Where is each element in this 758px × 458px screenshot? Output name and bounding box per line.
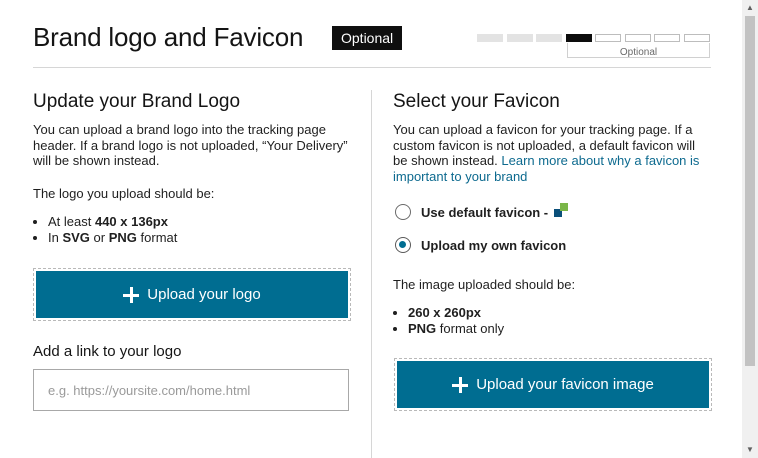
logo-description: You can upload a brand logo into the tra… [33,122,348,169]
optional-badge: Optional [332,26,403,50]
logo-section-heading: Update your Brand Logo [33,91,241,112]
page: Brand logo and Favicon Optional Optional… [0,0,742,458]
logo-requirement-size: At least 440 x 136px [48,214,177,230]
plus-icon [452,376,469,393]
req-size-value: 440 x 136px [94,214,168,229]
favicon-requirements-intro: The image uploaded should be: [393,277,576,292]
progress-step-3 [536,34,562,42]
req-format-svg: SVG [62,230,90,245]
favicon-requirements-list: 260 x 260px PNG format only [393,305,504,337]
favicon-requirement-size: 260 x 260px [408,305,504,321]
header-divider [33,67,711,68]
logo-upload-dropzone[interactable]: Upload your logo [33,268,351,321]
upload-favicon-button[interactable]: Upload your favicon image [397,361,709,408]
radio-own-favicon-label: Upload my own favicon [421,237,567,253]
logo-link-input[interactable] [33,369,349,411]
req-format-png: PNG [108,230,137,245]
upload-logo-button[interactable]: Upload your logo [36,271,348,318]
progress-step-4 [566,34,592,42]
scroll-down-arrow-icon[interactable]: ▼ [742,442,758,458]
req-format-png: PNG [408,321,437,336]
req-text: or [89,230,109,245]
favicon-requirement-format: PNG format only [408,321,504,337]
req-text: In [48,230,63,245]
step-progress-indicator: Optional [477,34,711,60]
req-text: At least [48,214,95,229]
favicon-section-heading: Select your Favicon [393,91,560,112]
logo-requirement-format: In SVG or PNG format [48,230,177,246]
radio-default-favicon-control[interactable] [395,204,411,220]
scrollbar-thumb[interactable] [745,16,755,366]
optional-steps-label: Optional [619,47,658,58]
scroll-up-arrow-icon[interactable]: ▲ [742,0,758,16]
progress-step-7 [654,34,680,42]
logo-requirements-list: At least 440 x 136px In SVG or PNG forma… [33,214,177,246]
progress-step-1 [477,34,503,42]
progress-step-2 [507,34,533,42]
progress-step-5 [595,34,621,42]
upload-logo-button-label: Upload your logo [147,286,261,303]
radio-own-favicon[interactable]: Upload my own favicon [395,237,566,253]
req-text: format only [436,321,505,336]
vertical-scrollbar[interactable]: ▲ ▼ [742,0,758,458]
favicon-description: You can upload a favicon for your tracki… [393,122,711,184]
req-text: format [136,230,178,245]
favicon-section: Select your Favicon You can upload a fav… [393,90,712,411]
req-size-value: 260 x 260px [408,305,482,320]
radio-default-favicon-label: Use default favicon - [421,204,549,220]
progress-step-6 [625,34,651,42]
logo-link-heading: Add a link to your logo [33,343,182,360]
radio-own-favicon-control[interactable] [395,237,411,253]
column-divider [371,90,372,458]
radio-default-favicon[interactable]: Use default favicon - [395,202,569,220]
page-title: Brand logo and Favicon [33,22,304,52]
plus-icon [123,286,140,303]
upload-favicon-button-label: Upload your favicon image [476,376,654,393]
favicon-upload-dropzone[interactable]: Upload your favicon image [394,358,712,411]
brand-logo-section: Update your Brand Logo You can upload a … [33,90,351,411]
default-favicon-icon [554,202,569,218]
progress-step-8 [684,34,710,42]
logo-requirements-intro: The logo you upload should be: [33,186,215,201]
